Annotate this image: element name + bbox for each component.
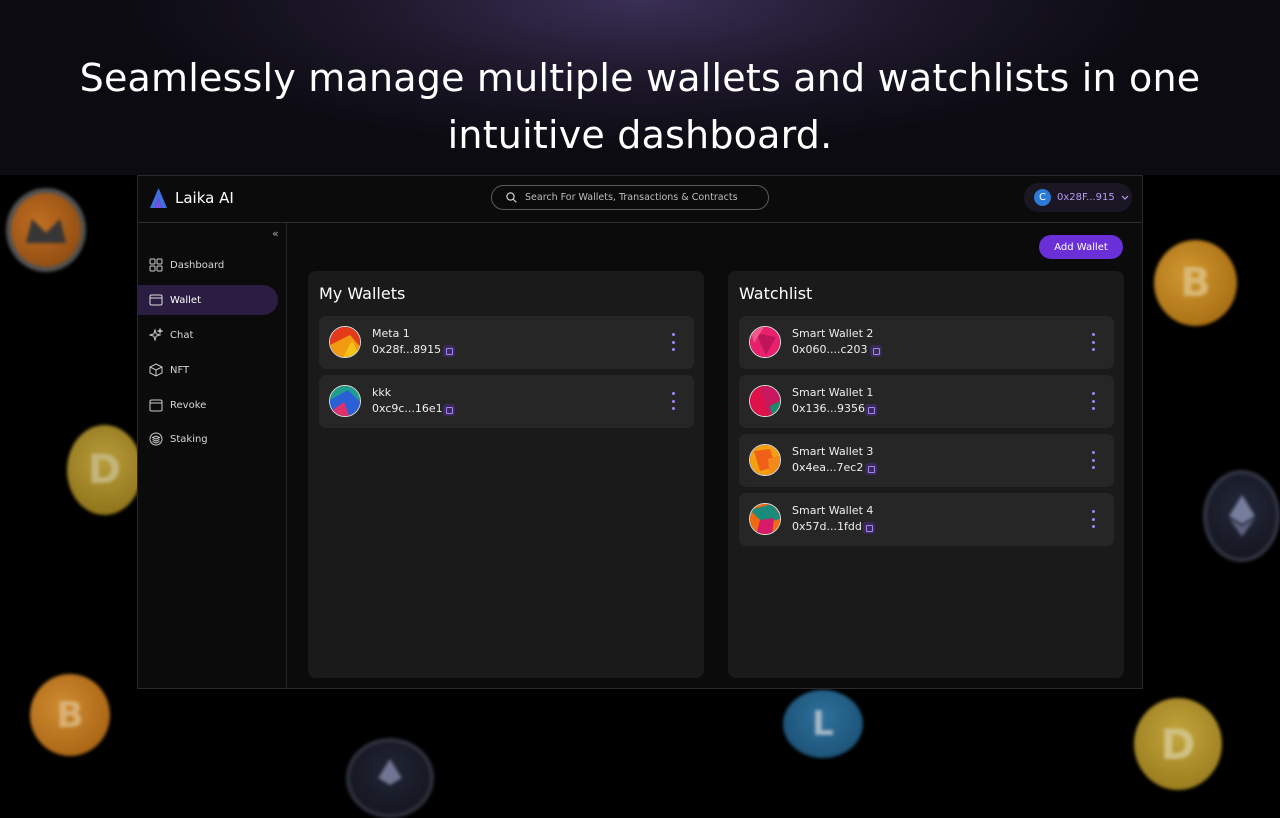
sidebar-item-label: Revoke <box>170 399 207 411</box>
wallet-icon <box>149 293 163 307</box>
laika-logo-icon <box>150 188 167 208</box>
ethereum-coin-icon <box>1203 470 1280 562</box>
more-options-icon[interactable] <box>1092 392 1096 410</box>
watchlist-card[interactable]: Smart Wallet 3 0x4ea...7ec2 <box>739 434 1114 487</box>
wallet-name: Smart Wallet 3 <box>792 445 874 458</box>
layers-icon <box>149 432 163 446</box>
account-avatar: C <box>1034 189 1051 206</box>
copy-icon[interactable] <box>865 404 877 416</box>
copy-icon[interactable] <box>865 463 877 475</box>
wallet-name: kkk <box>372 386 392 399</box>
wallet-address: 0x28f...8915 <box>372 343 442 356</box>
search-icon <box>506 192 517 203</box>
brand-name: Laika AI <box>175 189 234 207</box>
sidebar-item-label: Staking <box>170 433 208 445</box>
copy-icon[interactable] <box>443 404 455 416</box>
sidebar-item-nft[interactable]: NFT <box>138 355 278 385</box>
more-options-icon[interactable] <box>1092 510 1096 528</box>
sidebar-item-revoke[interactable]: Revoke <box>138 390 278 420</box>
more-options-icon[interactable] <box>672 392 676 410</box>
watchlist-card[interactable]: Smart Wallet 1 0x136...9356 <box>739 375 1114 428</box>
dashboard-grid-icon <box>149 258 163 272</box>
account-selector[interactable]: C 0x28F...915 <box>1024 183 1132 212</box>
top-bar: Laika AI C 0x28F...915 <box>138 176 1142 223</box>
search-bar[interactable] <box>491 185 769 210</box>
wallet-address: 0x060....c203 <box>792 343 868 356</box>
wallet-address: 0xc9c...16e1 <box>372 402 443 415</box>
litecoin-coin-icon: L <box>783 690 863 758</box>
bitcoin-coin-icon: B <box>30 674 110 756</box>
sidebar-item-label: Chat <box>170 329 194 341</box>
panel-title: My Wallets <box>319 284 406 303</box>
add-wallet-button[interactable]: Add Wallet <box>1039 235 1123 259</box>
watchlist-card[interactable]: Smart Wallet 2 0x060....c203 <box>739 316 1114 369</box>
collapse-sidebar-icon[interactable]: « <box>272 227 279 240</box>
wallet-name: Meta 1 <box>372 327 410 340</box>
cube-icon <box>149 363 163 377</box>
chevron-down-icon <box>1121 195 1129 200</box>
bitcoin-coin-icon: B <box>1154 240 1237 326</box>
brand-logo[interactable]: Laika AI <box>150 188 234 208</box>
marketing-headline: Seamlessly manage multiple wallets and w… <box>0 50 1280 164</box>
wallet-avatar <box>749 385 781 417</box>
sidebar-item-label: NFT <box>170 364 190 376</box>
wallet-name: Smart Wallet 1 <box>792 386 874 399</box>
sidebar-item-staking[interactable]: Staking <box>138 424 278 454</box>
watchlist-card[interactable]: Smart Wallet 4 0x57d...1fdd <box>739 493 1114 546</box>
sparkle-icon <box>149 328 163 342</box>
sidebar-item-label: Dashboard <box>170 259 225 271</box>
wallet-avatar <box>329 385 361 417</box>
dogecoin-coin-icon: D <box>67 425 142 515</box>
copy-icon[interactable] <box>443 345 455 357</box>
more-options-icon[interactable] <box>1092 333 1096 351</box>
more-options-icon[interactable] <box>1092 451 1096 469</box>
headline-line-2: intuitive dashboard. <box>447 113 833 157</box>
search-input[interactable] <box>525 192 755 203</box>
wallet-card[interactable]: kkk 0xc9c...16e1 <box>319 375 694 428</box>
dogecoin-coin-icon: D <box>1134 698 1222 790</box>
wallet-name: Smart Wallet 4 <box>792 504 874 517</box>
copy-icon[interactable] <box>863 522 875 534</box>
wallet-name: Smart Wallet 2 <box>792 327 874 340</box>
wallet-avatar <box>749 503 781 535</box>
watchlist-panel: Watchlist Smart Wallet 2 0x060....c203 S… <box>728 271 1124 678</box>
my-wallets-panel: My Wallets Meta 1 0x28f...8915 kkk 0xc9c… <box>308 271 704 678</box>
wallet-address: 0x136...9356 <box>792 402 865 415</box>
wallet-address: 0x57d...1fdd <box>792 520 862 533</box>
panel-title: Watchlist <box>739 284 813 303</box>
wallet-avatar <box>329 326 361 358</box>
account-address: 0x28F...915 <box>1057 192 1115 203</box>
sidebar-item-label: Wallet <box>170 294 202 306</box>
more-options-icon[interactable] <box>672 333 676 351</box>
sidebar-item-chat[interactable]: Chat <box>138 320 278 350</box>
monero-coin-icon <box>6 188 86 272</box>
headline-line-1: Seamlessly manage multiple wallets and w… <box>79 56 1201 100</box>
ethereum-coin-icon <box>346 738 434 818</box>
copy-icon[interactable] <box>870 345 882 357</box>
wallet-avatar <box>749 444 781 476</box>
wallet-card[interactable]: Meta 1 0x28f...8915 <box>319 316 694 369</box>
sidebar-item-wallet[interactable]: Wallet <box>138 285 278 315</box>
wallet-address: 0x4ea...7ec2 <box>792 461 864 474</box>
calendar-icon <box>149 398 163 412</box>
sidebar-item-dashboard[interactable]: Dashboard <box>138 250 278 280</box>
app-window: Laika AI C 0x28F...915 « Dashboard Walle… <box>137 175 1143 689</box>
sidebar: « Dashboard Wallet Chat NFT Revoke Staki… <box>138 223 287 688</box>
wallet-avatar <box>749 326 781 358</box>
